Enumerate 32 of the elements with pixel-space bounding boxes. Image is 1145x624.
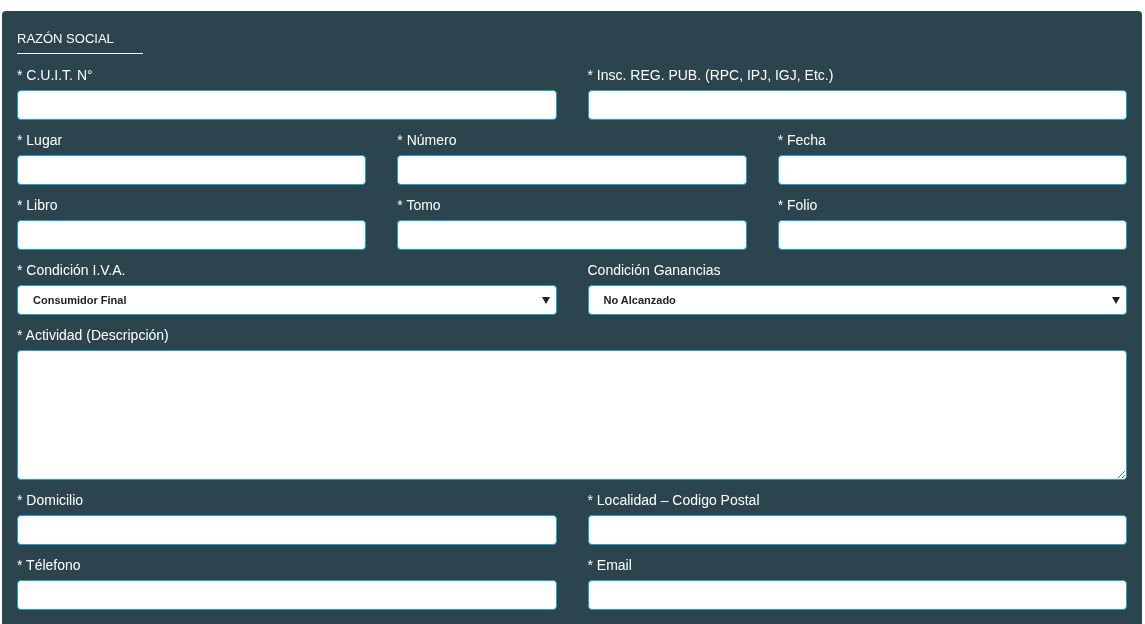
- field-label: * Actividad (Descripción): [17, 326, 170, 345]
- field-label: * Domicilio: [17, 491, 85, 510]
- field-label: * Folio: [777, 196, 819, 215]
- field-label: * Lugar: [17, 131, 64, 150]
- field-label: Condición Ganancias: [587, 261, 722, 280]
- input-field[interactable]: [17, 220, 367, 250]
- dropdown[interactable]: Consumidor Final: [17, 285, 557, 315]
- caret-icon: [541, 296, 550, 304]
- field-label: * Email: [587, 556, 633, 575]
- field-label: * C.U.I.T. N°: [17, 66, 94, 85]
- input-field[interactable]: [17, 580, 557, 610]
- input-field[interactable]: [587, 515, 1127, 545]
- input-field[interactable]: [777, 155, 1127, 185]
- field-label: * Fecha: [777, 131, 827, 150]
- input-field[interactable]: [587, 90, 1127, 120]
- input-field[interactable]: [17, 515, 557, 545]
- input-field[interactable]: [587, 580, 1127, 610]
- input-field[interactable]: [397, 220, 747, 250]
- caret-icon: [1112, 296, 1120, 304]
- input-field[interactable]: [17, 90, 557, 120]
- section-title: RAZÓN SOCIAL: [17, 31, 143, 54]
- dropdown[interactable]: No Alcanzado: [587, 285, 1127, 315]
- field-label: * Télefono: [17, 556, 82, 575]
- input-field[interactable]: [17, 155, 367, 185]
- input-field[interactable]: [777, 220, 1127, 250]
- field-label: * Localidad – Codigo Postal: [587, 491, 761, 510]
- field-label: * Insc. REG. PUB. (RPC, IPJ, IGJ, Etc.): [587, 66, 835, 85]
- field-label: * Número: [397, 131, 458, 150]
- field-label: * Libro: [17, 196, 59, 215]
- field-label: * Condición I.V.A.: [17, 261, 127, 280]
- field-label: * Tomo: [397, 196, 442, 215]
- input-field[interactable]: [397, 155, 747, 185]
